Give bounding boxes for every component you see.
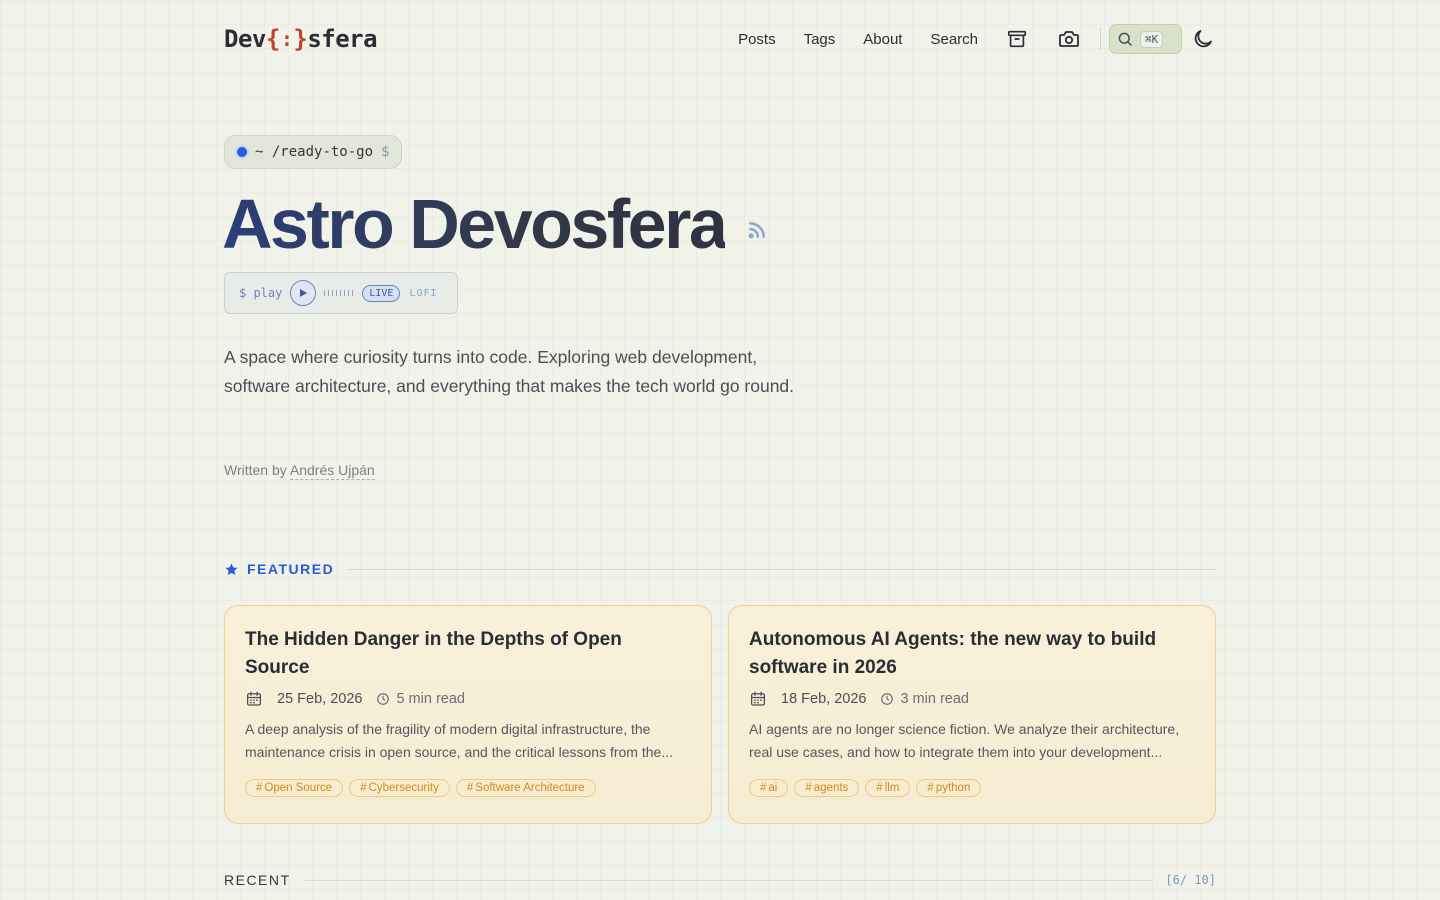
calendar-icon — [246, 691, 262, 706]
recent-count: [6/ 10] — [1165, 873, 1216, 887]
prompt-path: /ready-to-go — [271, 144, 374, 160]
post-excerpt: A deep analysis of the fragility of mode… — [245, 721, 673, 760]
section-divider — [348, 568, 1216, 570]
camera-icon[interactable] — [1056, 26, 1082, 52]
site-logo[interactable]: Dev{:} sfera — [224, 25, 378, 53]
recent-header: RECENT [6/ 10] — [224, 872, 1216, 888]
post-date: 18 Feb, 2026 — [781, 691, 867, 707]
nav-search[interactable]: Search — [930, 31, 978, 48]
lofi-player: $ play LIVE LOFI — [224, 272, 458, 314]
post-date: 25 Feb, 2026 — [277, 691, 363, 707]
logo-text-right: sfera — [307, 25, 378, 53]
post-title[interactable]: The Hidden Danger in the Depths of Open … — [245, 626, 691, 682]
featured-label: FEATURED — [247, 561, 335, 577]
read-time: 5 min read — [396, 691, 465, 707]
post-title[interactable]: Autonomous AI Agents: the new way to bui… — [749, 626, 1195, 682]
clock-icon — [377, 693, 390, 705]
status-dot — [237, 147, 247, 157]
tag-label: Open Source — [264, 782, 333, 794]
author-link[interactable]: Andrés Ujpán — [289, 462, 375, 480]
search-icon — [1118, 32, 1132, 46]
tag-chip[interactable]: # Open Source — [245, 779, 344, 797]
tag-chip[interactable]: # python — [916, 779, 982, 797]
byline-prefix: Written by — [224, 462, 287, 478]
recent-label: RECENT — [224, 872, 291, 888]
byline: Written by Andrés Ujpán — [224, 462, 375, 480]
play-icon — [300, 289, 308, 297]
section-divider — [304, 879, 1154, 881]
post-excerpt: AI agents are no longer science fiction.… — [749, 721, 1180, 760]
player-label: $ play — [239, 286, 283, 300]
page-title: Astro Devosfera — [222, 182, 728, 266]
tag-label: agents — [813, 782, 849, 794]
tag-label: Software Architecture — [475, 782, 585, 794]
rss-icon[interactable] — [747, 220, 767, 240]
hero-description: A space where curiosity turns into code.… — [224, 347, 795, 396]
post-meta: 25 Feb, 2026 5 min read — [245, 690, 691, 708]
prompt-tilde: ~ — [255, 144, 264, 160]
nav-divider — [1100, 28, 1101, 50]
post-tags: # Open Source # Cybersecurity # Software Ar… — [245, 779, 691, 797]
clock-icon — [881, 693, 894, 705]
tag-label: Cybersecurity — [368, 782, 439, 794]
tag-label: llm — [884, 782, 900, 794]
logo-brace-open: { — [265, 25, 280, 53]
prompt-dollar: $ — [381, 144, 390, 160]
nav-about[interactable]: About — [863, 31, 902, 48]
site-header: Dev{:} sfera Posts Tags About Search ⌘K — [224, 20, 1216, 58]
tag-chip[interactable]: # ai — [749, 779, 789, 797]
featured-post-card[interactable]: The Hidden Danger in the Depths of Open … — [224, 605, 712, 824]
logo-dots: : — [280, 27, 293, 51]
featured-header: FEATURED — [224, 561, 1216, 577]
post-meta: 18 Feb, 2026 3 min read — [749, 690, 1195, 708]
genre-label: LOFI — [409, 287, 438, 299]
post-tags: # ai # agents # llm # python — [749, 779, 1195, 797]
featured-post-card[interactable]: Autonomous AI Agents: the new way to bui… — [728, 605, 1216, 824]
tag-chip[interactable]: # agents — [794, 779, 860, 797]
tag-label: ai — [768, 782, 778, 794]
search-shortcut: ⌘K — [1140, 30, 1164, 48]
tag-label: python — [935, 782, 971, 794]
calendar-icon — [750, 691, 766, 706]
terminal-prompt: ~ /ready-to-go $ — [224, 135, 403, 169]
logo-brace-close: } — [293, 25, 308, 53]
tag-chip[interactable]: # Cybersecurity — [349, 779, 450, 797]
tag-chip[interactable]: # llm — [865, 779, 911, 797]
read-time: 3 min read — [900, 691, 969, 707]
nav-posts[interactable]: Posts — [738, 31, 776, 48]
logo-text-left: Dev — [224, 25, 266, 53]
search-button[interactable]: ⌘K — [1109, 24, 1182, 54]
nav-tags[interactable]: Tags — [804, 31, 836, 48]
tag-chip[interactable]: # Software Architecture — [455, 779, 596, 797]
main-nav: Posts Tags About Search ⌘K — [738, 24, 1216, 54]
archive-icon[interactable] — [1004, 26, 1030, 52]
play-button[interactable] — [290, 280, 317, 306]
star-icon — [225, 563, 238, 575]
audio-bars — [324, 290, 356, 296]
moon-icon — [1194, 30, 1212, 48]
live-badge: LIVE — [362, 284, 401, 302]
theme-toggle[interactable] — [1190, 26, 1216, 52]
